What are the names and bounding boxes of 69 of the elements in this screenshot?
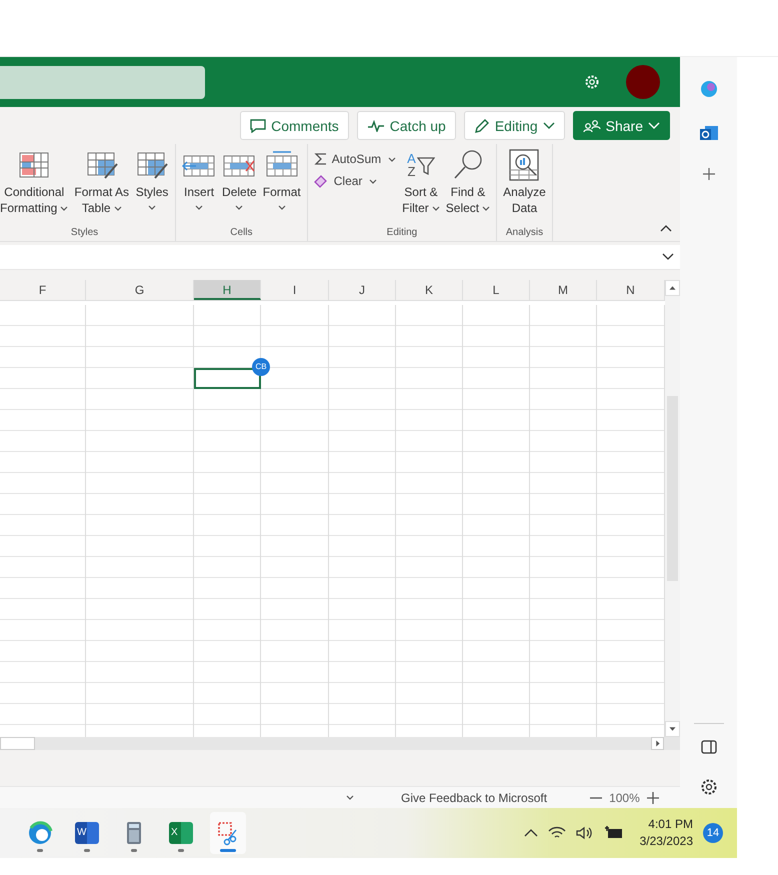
ribbon-command-button[interactable]: Delete xyxy=(220,148,259,210)
taskbar-app-button[interactable]: W xyxy=(69,812,105,854)
word-logo-icon: W xyxy=(75,822,99,844)
ribbon-command-button[interactable]: Conditional Formatting xyxy=(0,148,70,216)
ribbon-command-button[interactable]: Insert xyxy=(180,148,218,210)
vertical-scrollbar[interactable] xyxy=(665,280,680,737)
scroll-thumb[interactable] xyxy=(0,737,35,750)
feedback-link[interactable]: Give Feedback to Microsoft xyxy=(401,790,548,804)
app-icon[interactable] xyxy=(698,79,718,99)
sigma-icon xyxy=(314,152,328,166)
caret-icon xyxy=(388,156,396,162)
comment-icon xyxy=(250,118,266,132)
taskbar-app-button[interactable] xyxy=(210,812,246,854)
ribbon-command-button[interactable]: Format As Table xyxy=(72,148,132,216)
show-hidden-icons-icon[interactable] xyxy=(524,828,538,838)
column-header[interactable]: J xyxy=(329,280,396,300)
column-header[interactable]: I xyxy=(261,280,329,300)
ribbon-group-label: Styles xyxy=(70,227,100,240)
ribbon-command-button[interactable]: Format xyxy=(260,148,303,210)
expand-icon[interactable] xyxy=(662,253,674,261)
ribbon-action-button[interactable]: Share xyxy=(572,111,670,140)
taskbar-app-button[interactable]: X xyxy=(163,812,199,854)
settings-icon[interactable] xyxy=(700,778,718,796)
scroll-down-icon[interactable] xyxy=(665,721,680,737)
ribbon-command-button[interactable]: A Z Sort & Filter xyxy=(400,148,442,216)
wifi-icon[interactable] xyxy=(548,826,566,840)
caret-icon xyxy=(369,178,378,184)
outlook-icon[interactable] xyxy=(698,123,718,143)
scroll-up-icon[interactable] xyxy=(665,280,680,296)
battery-icon[interactable] xyxy=(604,826,624,840)
search-field[interactable] xyxy=(0,66,205,98)
analyze-icon xyxy=(507,148,542,182)
volume-icon[interactable] xyxy=(576,826,594,840)
caret-icon[interactable] xyxy=(345,794,355,800)
clock-date[interactable]: 3/23/2023 xyxy=(640,833,693,850)
ribbon-command-button[interactable]: Styles xyxy=(133,148,172,210)
presence-badge: CB xyxy=(252,358,270,376)
ribbon-small-button[interactable]: Clear xyxy=(312,172,398,190)
column-header[interactable]: F xyxy=(0,280,86,300)
column-header[interactable]: M xyxy=(530,280,597,300)
people-icon xyxy=(582,118,601,132)
column-header[interactable]: K xyxy=(396,280,463,300)
ribbon-small-button[interactable]: AutoSum xyxy=(312,150,398,168)
ribbon-group-label: Cells xyxy=(229,227,254,240)
ribbon-action-button[interactable]: Comments xyxy=(240,111,349,140)
zoom-in-icon[interactable] xyxy=(646,790,660,804)
collapse-ribbon-icon[interactable] xyxy=(660,224,672,232)
notification-badge[interactable]: 14 xyxy=(703,823,723,843)
ribbon-command-button[interactable]: Analyze Data xyxy=(501,148,548,216)
add-icon[interactable] xyxy=(702,167,716,181)
horizontal-scrollbar[interactable] xyxy=(0,737,680,750)
pencil-icon xyxy=(474,118,490,134)
ribbon-action-button[interactable]: Editing xyxy=(464,111,565,140)
clock-time[interactable]: 4:01 PM xyxy=(648,816,693,833)
pulse-icon xyxy=(366,120,385,132)
ribbon-command-button[interactable]: Find & Select xyxy=(444,148,492,216)
column-header[interactable]: H xyxy=(194,280,261,300)
column-header[interactable]: L xyxy=(463,280,530,300)
zoom-level: 100% xyxy=(609,790,640,804)
ribbon-group-label: Editing xyxy=(386,227,418,240)
side-panel-icon[interactable] xyxy=(700,740,716,754)
ribbon-group-label: Analysis xyxy=(504,227,544,240)
cell-grid[interactable] xyxy=(0,305,665,737)
excel-logo-icon: X xyxy=(169,822,193,844)
caret-icon xyxy=(542,122,555,130)
edge-icon xyxy=(27,820,53,846)
ribbon-action-button[interactable]: Catch up xyxy=(356,111,456,140)
scroll-right-icon[interactable] xyxy=(651,737,664,750)
caret-icon xyxy=(648,122,660,130)
